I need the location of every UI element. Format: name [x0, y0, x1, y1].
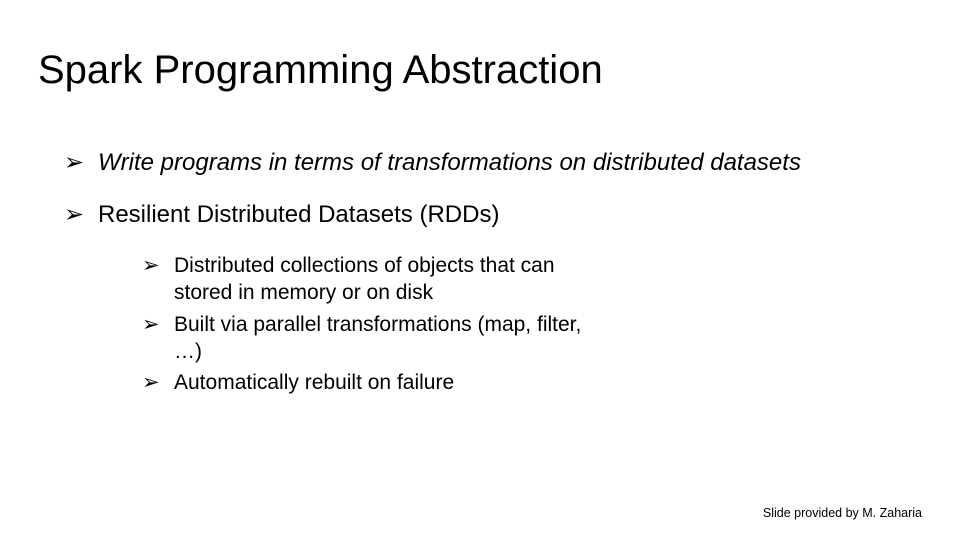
sub-bullet-text: Distributed collections of objects that …	[174, 252, 594, 307]
bullet-text: Resilient Distributed Datasets (RDDs)	[98, 200, 910, 230]
slide-body: ➢ Write programs in terms of transformat…	[64, 148, 910, 400]
sub-bullet-item: ➢ Distributed collections of objects tha…	[142, 252, 910, 307]
sub-bullet-item: ➢ Built via parallel transformations (ma…	[142, 311, 910, 366]
slide-title: Spark Programming Abstraction	[38, 48, 603, 93]
bullet-marker: ➢	[142, 252, 174, 307]
sub-bullet-text: Built via parallel transformations (map,…	[174, 311, 594, 366]
bullet-marker: ➢	[142, 311, 174, 366]
sub-bullet-text: Automatically rebuilt on failure	[174, 369, 594, 396]
slide: Spark Programming Abstraction ➢ Write pr…	[0, 0, 960, 540]
sub-bullet-list: ➢ Distributed collections of objects tha…	[142, 252, 910, 396]
bullet-marker: ➢	[64, 200, 98, 230]
slide-footer: Slide provided by M. Zaharia	[763, 506, 922, 520]
bullet-item: ➢ Write programs in terms of transformat…	[64, 148, 910, 178]
bullet-marker: ➢	[64, 148, 98, 178]
bullet-marker: ➢	[142, 369, 174, 396]
bullet-item: ➢ Resilient Distributed Datasets (RDDs)	[64, 200, 910, 230]
bullet-text: Write programs in terms of transformatio…	[98, 148, 910, 178]
sub-bullet-item: ➢ Automatically rebuilt on failure	[142, 369, 910, 396]
